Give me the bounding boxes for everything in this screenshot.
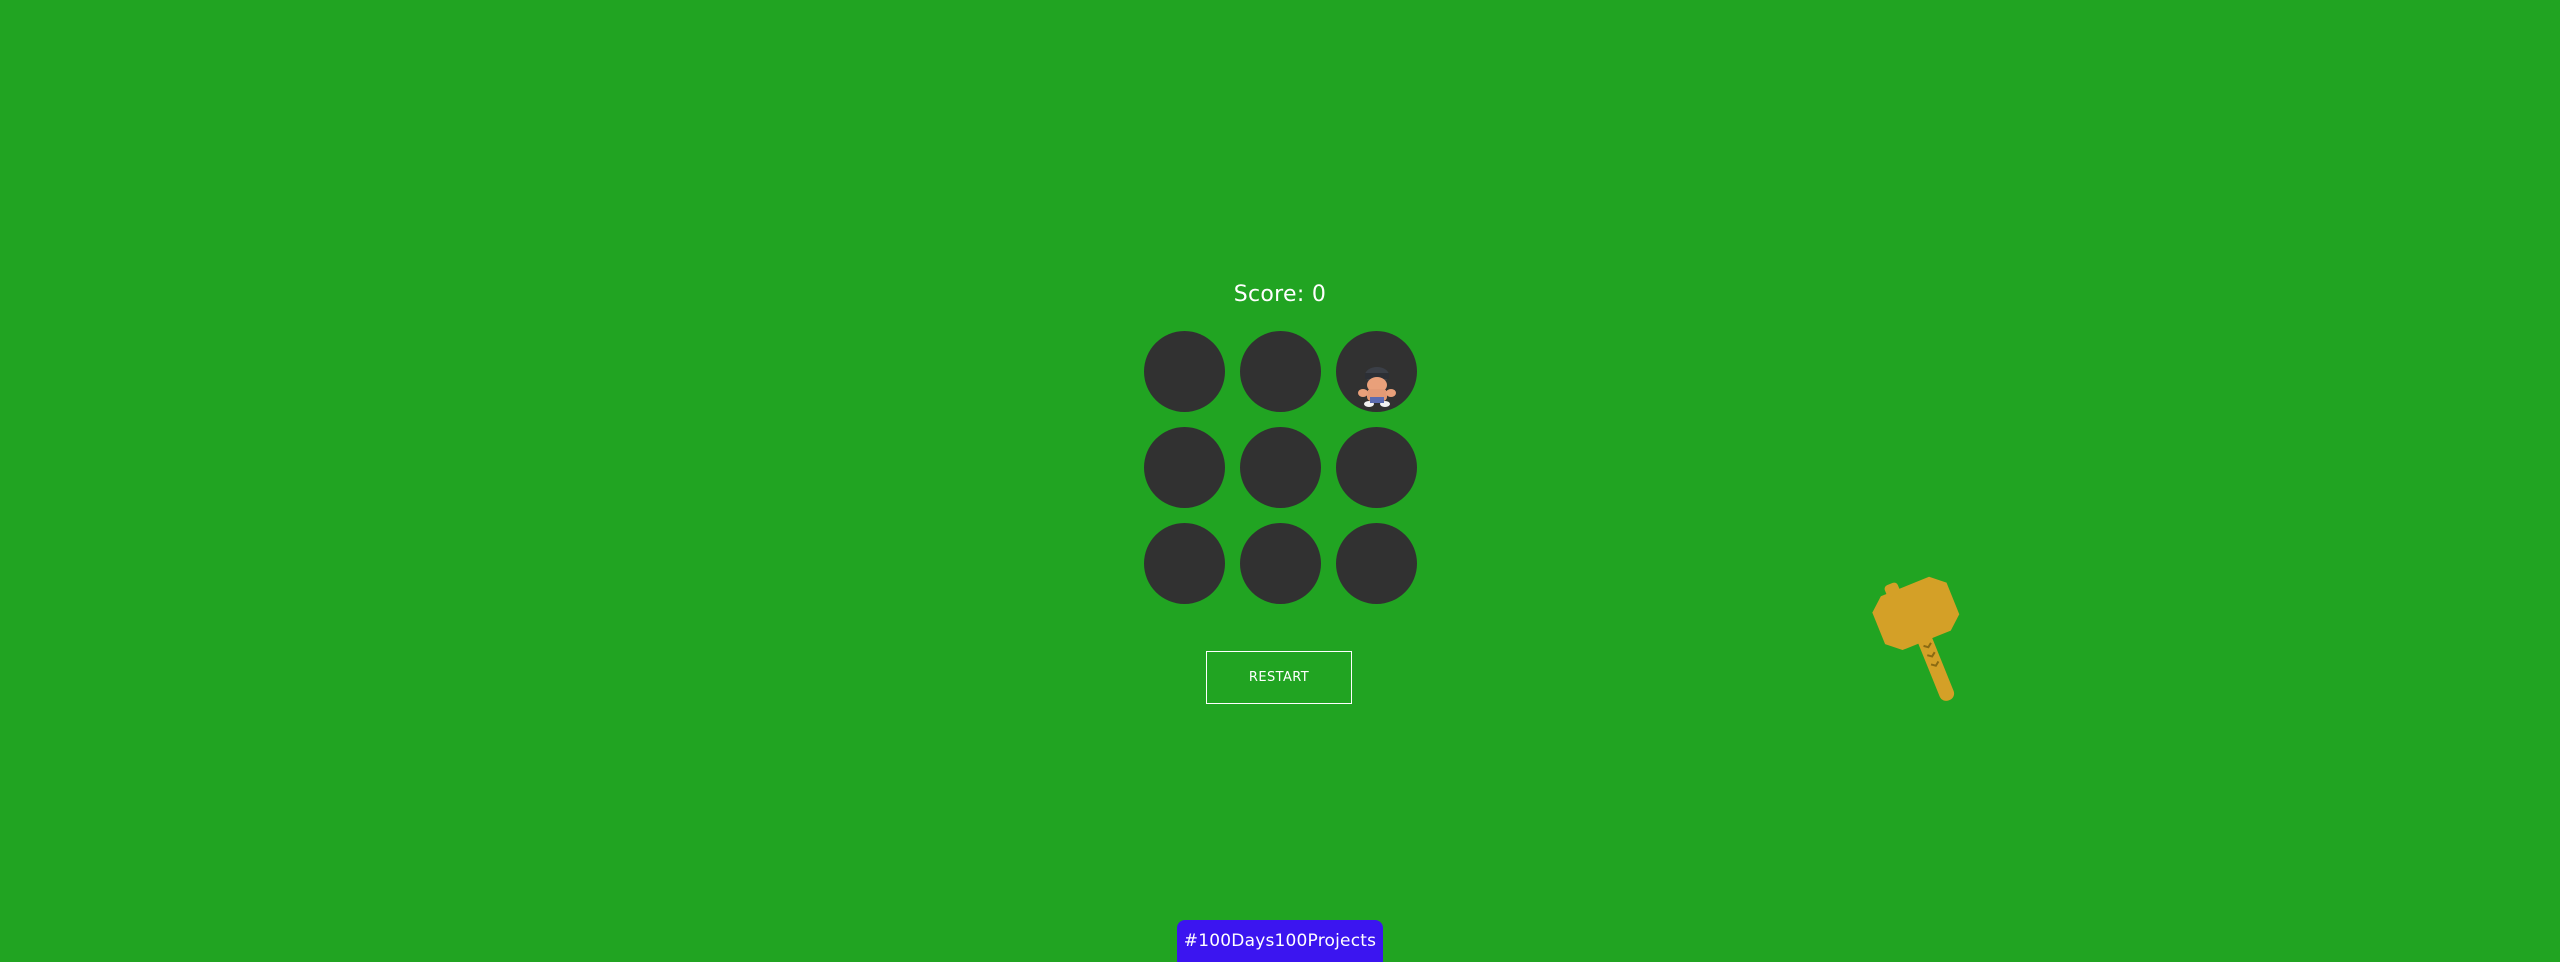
hole-6[interactable] [1336,427,1417,508]
hole-8[interactable] [1240,523,1321,604]
project-badge-link[interactable]: #100Days100Projects [1177,920,1383,962]
hole-3[interactable] [1336,331,1417,412]
hole-5[interactable] [1240,427,1321,508]
game-stage: Score: 0 RESTART #100Days100Projects [0,0,2560,962]
hole-4[interactable] [1144,427,1225,508]
hammer-icon [1872,576,1960,701]
score-display: Score: 0 [0,278,2560,312]
hole-9[interactable] [1336,523,1417,604]
mole-character[interactable] [1352,361,1402,411]
hole-7[interactable] [1144,523,1225,604]
restart-button[interactable]: RESTART [1206,651,1352,704]
score-label: Score: [1233,282,1305,307]
score-value: 0 [1311,282,1327,307]
mole-board [1144,331,1417,605]
hole-2[interactable] [1240,331,1321,412]
hole-1[interactable] [1144,331,1225,412]
